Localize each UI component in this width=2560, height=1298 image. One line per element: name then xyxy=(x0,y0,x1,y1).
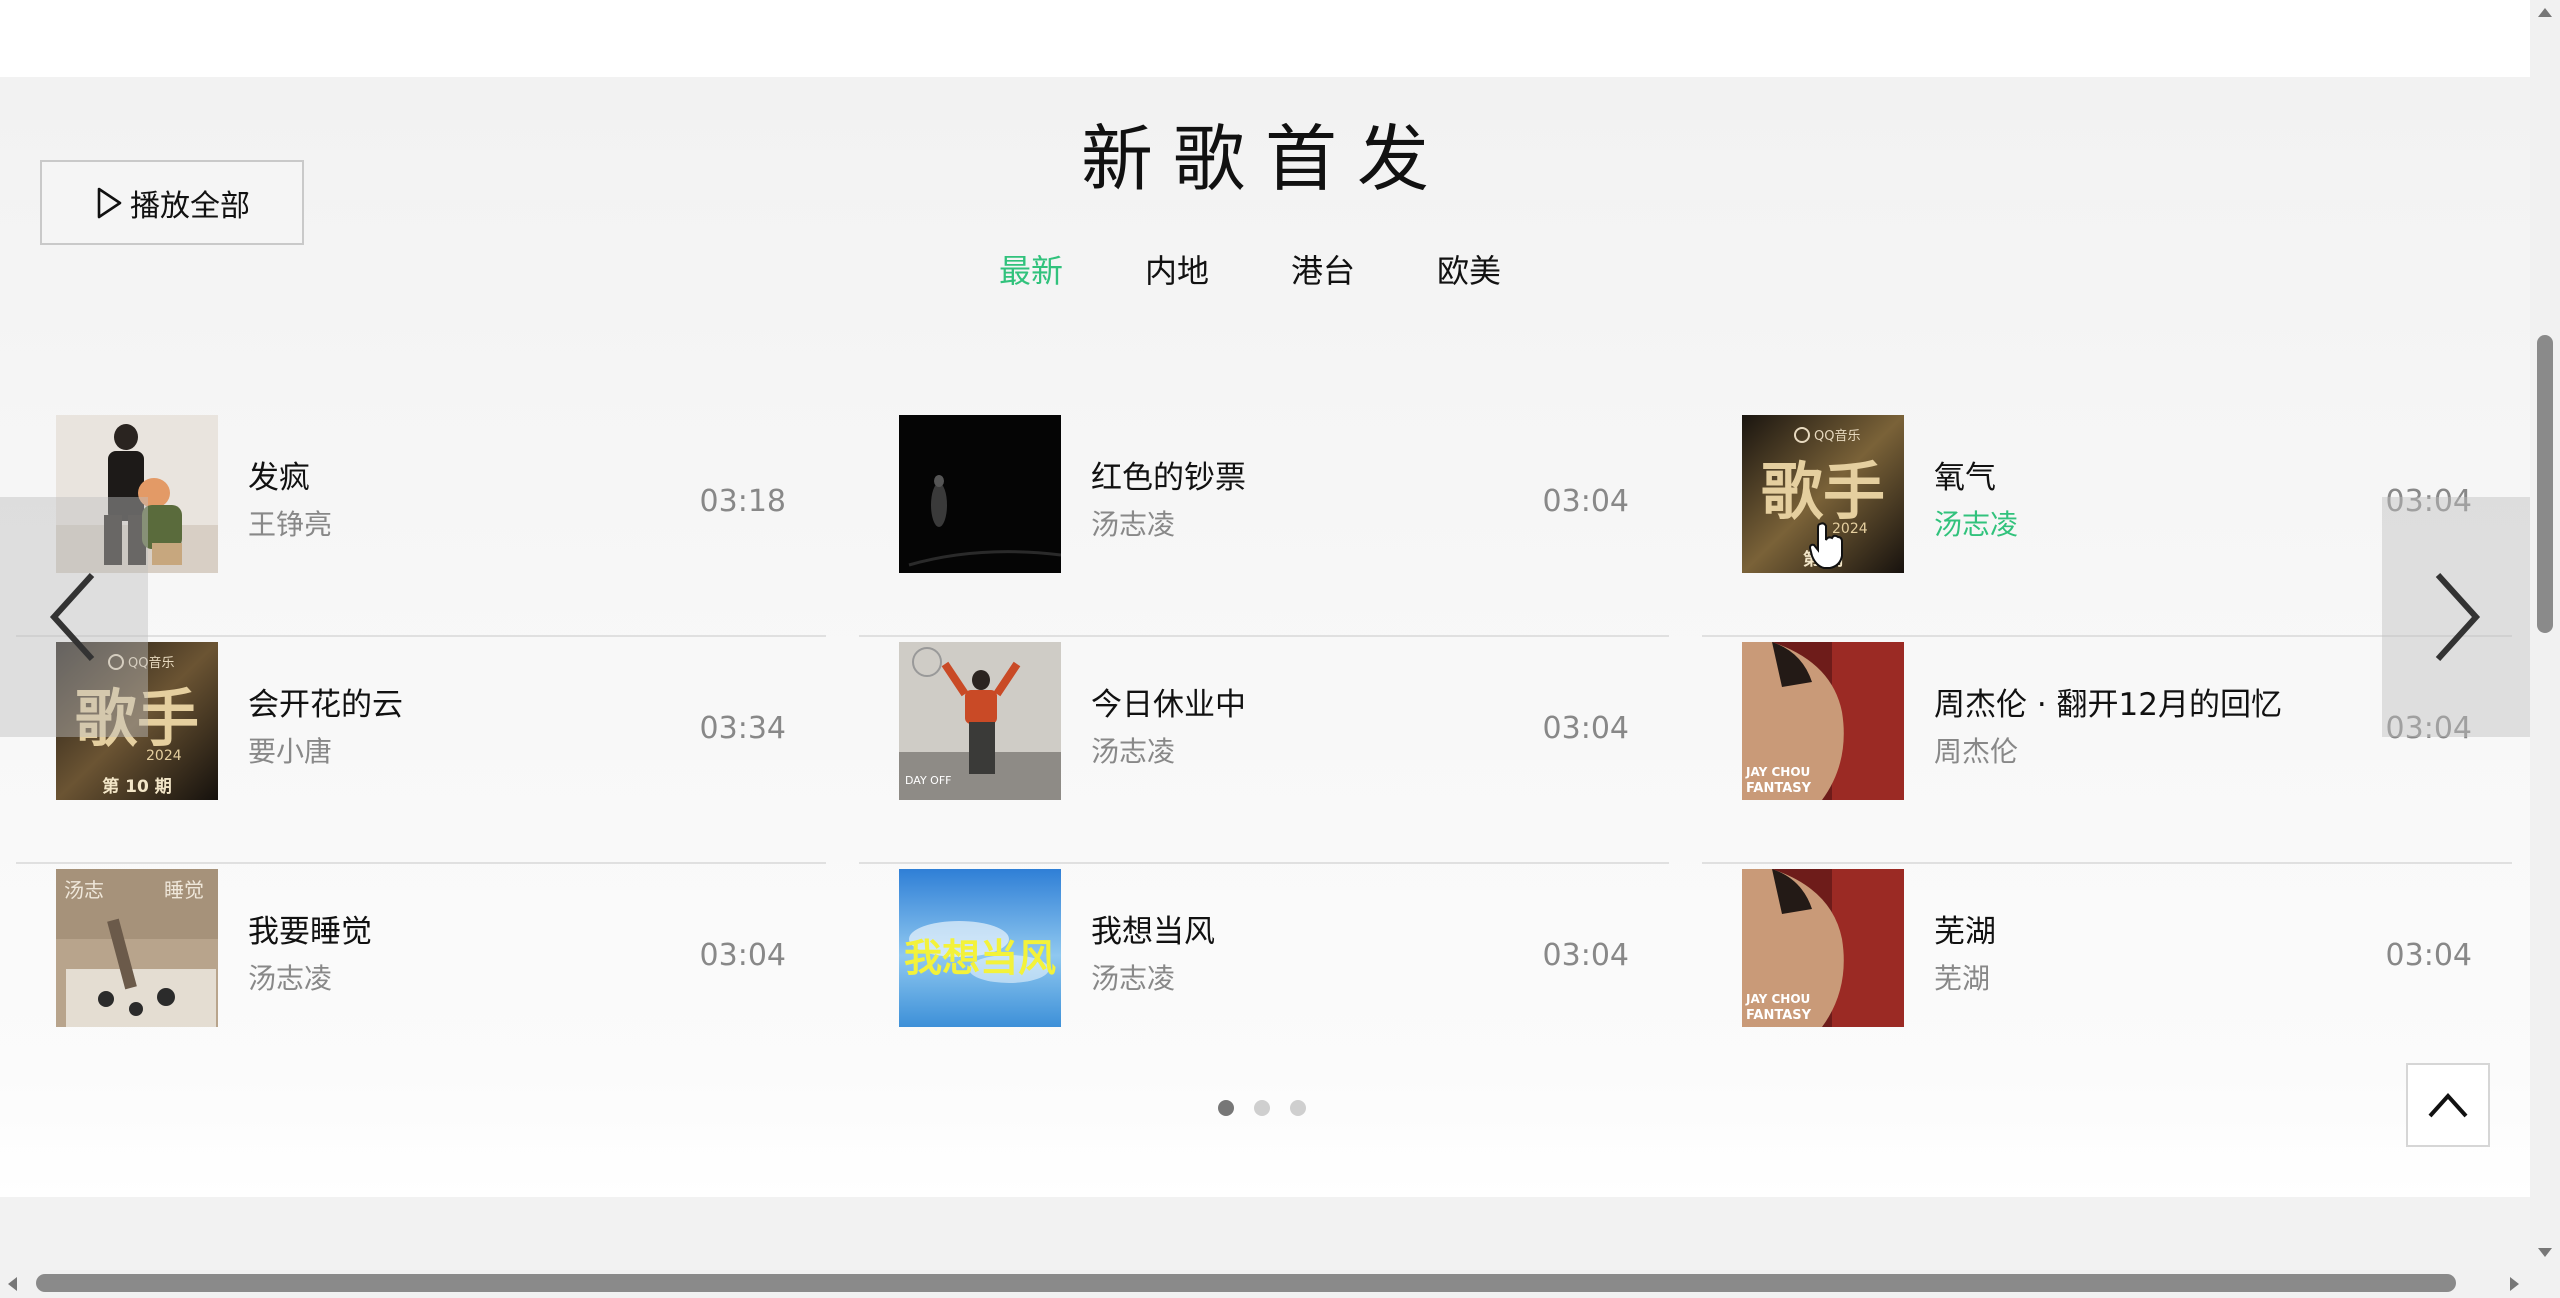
svg-text:歌手: 歌手 xyxy=(1761,455,1885,528)
song-duration: 03:04 xyxy=(1542,484,1629,519)
song-name[interactable]: 会开花的云 xyxy=(248,679,403,724)
svg-text:JAY CHOU: JAY CHOU xyxy=(1745,765,1810,779)
song-name[interactable]: 我要睡觉 xyxy=(248,906,372,951)
chevron-right-icon xyxy=(2435,572,2481,662)
svg-text:QQ音乐: QQ音乐 xyxy=(1814,428,1860,444)
horizontal-scroll-thumb[interactable] xyxy=(36,1274,2456,1292)
song-duration: 03:34 xyxy=(699,711,786,746)
cover-art: JAY CHOU FANTASY xyxy=(1742,642,1904,800)
album-cover[interactable]: 我想当风 xyxy=(899,869,1061,1027)
tab-western[interactable]: 欧美 xyxy=(1437,246,1501,306)
singer-name[interactable]: 汤志凌 xyxy=(1091,503,1175,543)
song-duration: 03:04 xyxy=(699,938,786,973)
cover-art xyxy=(899,415,1061,573)
svg-text:FANTASY: FANTASY xyxy=(1746,781,1812,796)
carousel-dots xyxy=(1218,1100,1306,1116)
cover-art: 我想当风 xyxy=(899,869,1061,1027)
svg-text:DAY OFF: DAY OFF xyxy=(905,774,951,787)
scroll-up-icon[interactable] xyxy=(2538,8,2552,17)
next-section-band xyxy=(0,1197,2530,1270)
singer-name[interactable]: 要小唐 xyxy=(248,730,332,770)
song-name[interactable]: 红色的钞票 xyxy=(1091,452,1246,497)
play-all-label: 播放全部 xyxy=(130,188,250,224)
play-icon xyxy=(97,187,122,218)
vertical-scrollbar[interactable] xyxy=(2530,0,2560,1270)
song-item[interactable]: 汤志 睡觉 我要睡觉 汤志凌 03:04 xyxy=(16,864,826,1091)
svg-text:FANTASY: FANTASY xyxy=(1746,1008,1812,1023)
song-item[interactable]: JAY CHOU FANTASY 芜湖 芜湖 03:04 xyxy=(1702,864,2512,1091)
song-duration: 03:04 xyxy=(2385,938,2472,973)
cover-art: DAY OFF xyxy=(899,642,1061,800)
singer-name[interactable]: 汤志凌 xyxy=(1934,503,2018,543)
song-column: 红色的钞票 汤志凌 03:04 DAY OFF 今日休业中 汤志凌 03:04 … xyxy=(859,410,1669,1091)
section-title: 新歌首发 xyxy=(1080,117,1449,201)
song-name[interactable]: 今日休业中 xyxy=(1091,679,1246,724)
region-tabs: 最新 内地 港台 欧美 xyxy=(0,246,2530,306)
carousel-prev-button[interactable] xyxy=(0,497,148,737)
svg-text:第 10 期: 第 10 期 xyxy=(102,776,172,797)
song-name[interactable]: 周杰伦 · 翻开12月的回忆 xyxy=(1934,679,2282,724)
album-cover[interactable]: JAY CHOU FANTASY xyxy=(1742,642,1904,800)
cover-art: 汤志 睡觉 xyxy=(56,869,218,1027)
singer-name[interactable]: 汤志凌 xyxy=(1091,730,1175,770)
song-name[interactable]: 我想当风 xyxy=(1091,906,1215,951)
tab-hk-tw[interactable]: 港台 xyxy=(1291,246,1355,306)
svg-text:睡觉: 睡觉 xyxy=(164,878,204,902)
scroll-right-icon[interactable] xyxy=(2510,1277,2519,1291)
song-item[interactable]: 我想当风 我想当风 汤志凌 03:04 xyxy=(859,864,1669,1091)
song-duration: 03:04 xyxy=(1542,711,1629,746)
svg-text:我想当风: 我想当风 xyxy=(904,935,1056,980)
top-strip xyxy=(0,0,2530,77)
hand-cursor-icon xyxy=(1808,522,1843,569)
song-name[interactable]: 发疯 xyxy=(248,452,310,497)
singer-name[interactable]: 汤志凌 xyxy=(1091,957,1175,997)
carousel-next-button[interactable] xyxy=(2382,497,2530,737)
song-item[interactable]: DAY OFF 今日休业中 汤志凌 03:04 xyxy=(859,637,1669,864)
back-to-top-button[interactable] xyxy=(2406,1063,2490,1147)
carousel-dot[interactable] xyxy=(1218,1100,1234,1116)
chevron-up-icon xyxy=(2428,1093,2468,1118)
song-name[interactable]: 氧气 xyxy=(1934,452,1996,497)
tab-mainland[interactable]: 内地 xyxy=(1145,246,1209,306)
scroll-left-icon[interactable] xyxy=(8,1277,17,1291)
singer-name[interactable]: 王铮亮 xyxy=(248,503,332,543)
scroll-down-icon[interactable] xyxy=(2538,1248,2552,1257)
album-cover[interactable]: 汤志 睡觉 xyxy=(56,869,218,1027)
album-cover[interactable]: JAY CHOU FANTASY xyxy=(1742,869,1904,1027)
vertical-scroll-thumb[interactable] xyxy=(2537,335,2553,633)
singer-name[interactable]: 周杰伦 xyxy=(1934,730,2018,770)
song-item[interactable]: 红色的钞票 汤志凌 03:04 xyxy=(859,410,1669,637)
play-all-button[interactable]: 播放全部 xyxy=(40,160,304,245)
svg-text:JAY CHOU: JAY CHOU xyxy=(1745,992,1810,1006)
tab-latest[interactable]: 最新 xyxy=(999,246,1063,306)
album-cover[interactable]: DAY OFF xyxy=(899,642,1061,800)
singer-name[interactable]: 芜湖 xyxy=(1934,957,1990,997)
page: 新歌首发 播放全部 最新 内地 港台 欧美 发疯 王铮亮 03:18 QQ音乐 … xyxy=(0,0,2560,1298)
album-cover[interactable] xyxy=(899,415,1061,573)
song-duration: 03:18 xyxy=(699,484,786,519)
cover-art: JAY CHOU FANTASY xyxy=(1742,869,1904,1027)
song-duration: 03:04 xyxy=(1542,938,1629,973)
singer-name[interactable]: 汤志凌 xyxy=(248,957,332,997)
chevron-left-icon xyxy=(49,572,95,662)
song-name[interactable]: 芜湖 xyxy=(1934,906,1996,951)
carousel-dot[interactable] xyxy=(1254,1100,1270,1116)
svg-text:汤志: 汤志 xyxy=(64,878,104,902)
svg-text:2024: 2024 xyxy=(146,748,182,764)
carousel-dot[interactable] xyxy=(1290,1100,1306,1116)
